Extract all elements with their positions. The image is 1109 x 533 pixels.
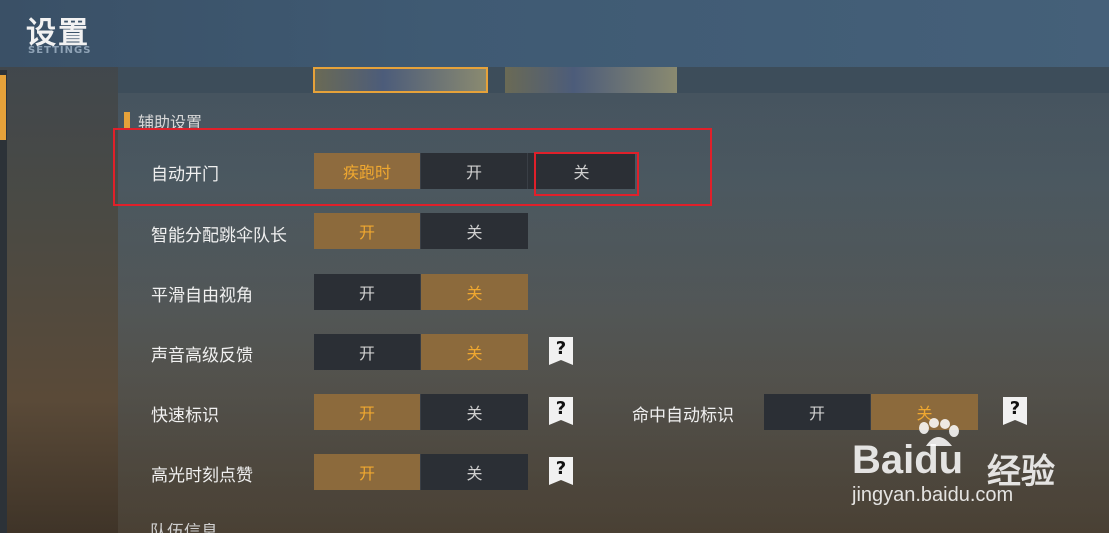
page-subtitle: SETTINGS xyxy=(28,45,92,56)
option-on[interactable]: 开 xyxy=(314,334,421,370)
jump-leader-toggle: 开 关 xyxy=(314,213,528,249)
left-tab-rail xyxy=(0,70,7,533)
active-tab-marker xyxy=(0,75,6,140)
option-off[interactable]: 关 xyxy=(421,454,528,490)
row-label-hit-auto-mark: 命中自动标识 xyxy=(632,406,734,426)
watermark-logo: Baidu xyxy=(852,438,963,483)
watermark-logo-du: du xyxy=(914,438,964,482)
quick-mark-toggle: 开 关 xyxy=(314,394,528,430)
row-label-highlight-like: 高光时刻点赞 xyxy=(151,466,253,486)
option-off[interactable]: 关 xyxy=(421,334,528,370)
background-left xyxy=(0,0,118,533)
highlight-box-option xyxy=(534,152,639,196)
option-on[interactable]: 开 xyxy=(314,394,421,430)
settings-header: 设置 SETTINGS xyxy=(0,0,1109,67)
option-off[interactable]: 关 xyxy=(421,394,528,430)
smooth-view-toggle: 开 关 xyxy=(314,274,528,310)
option-on[interactable]: 开 xyxy=(314,213,421,249)
row-label-team-info: 队伍信息 xyxy=(150,523,218,533)
preview-thumbnail[interactable] xyxy=(505,67,677,93)
row-label-sound-feedback: 声音高级反馈 xyxy=(151,346,253,366)
row-label-quick-mark: 快速标识 xyxy=(151,406,219,426)
option-on[interactable]: 开 xyxy=(314,274,421,310)
row-label-smooth-view: 平滑自由视角 xyxy=(151,286,253,306)
highlight-like-toggle: 开 关 xyxy=(314,454,528,490)
option-off[interactable]: 关 xyxy=(421,213,528,249)
section-marker xyxy=(124,112,130,128)
watermark-url: jingyan.baidu.com xyxy=(852,484,1014,506)
baidu-jingyan-watermark: Baidu 经验 jingyan.baidu.com xyxy=(852,418,1102,528)
sound-feedback-toggle: 开 关 xyxy=(314,334,528,370)
option-off[interactable]: 关 xyxy=(421,274,528,310)
row-label-jump-leader: 智能分配跳伞队长 xyxy=(151,226,287,246)
option-on[interactable]: 开 xyxy=(314,454,421,490)
preview-thumbnail-selected[interactable] xyxy=(313,67,488,93)
watermark-logo-text: Bai xyxy=(852,438,915,482)
